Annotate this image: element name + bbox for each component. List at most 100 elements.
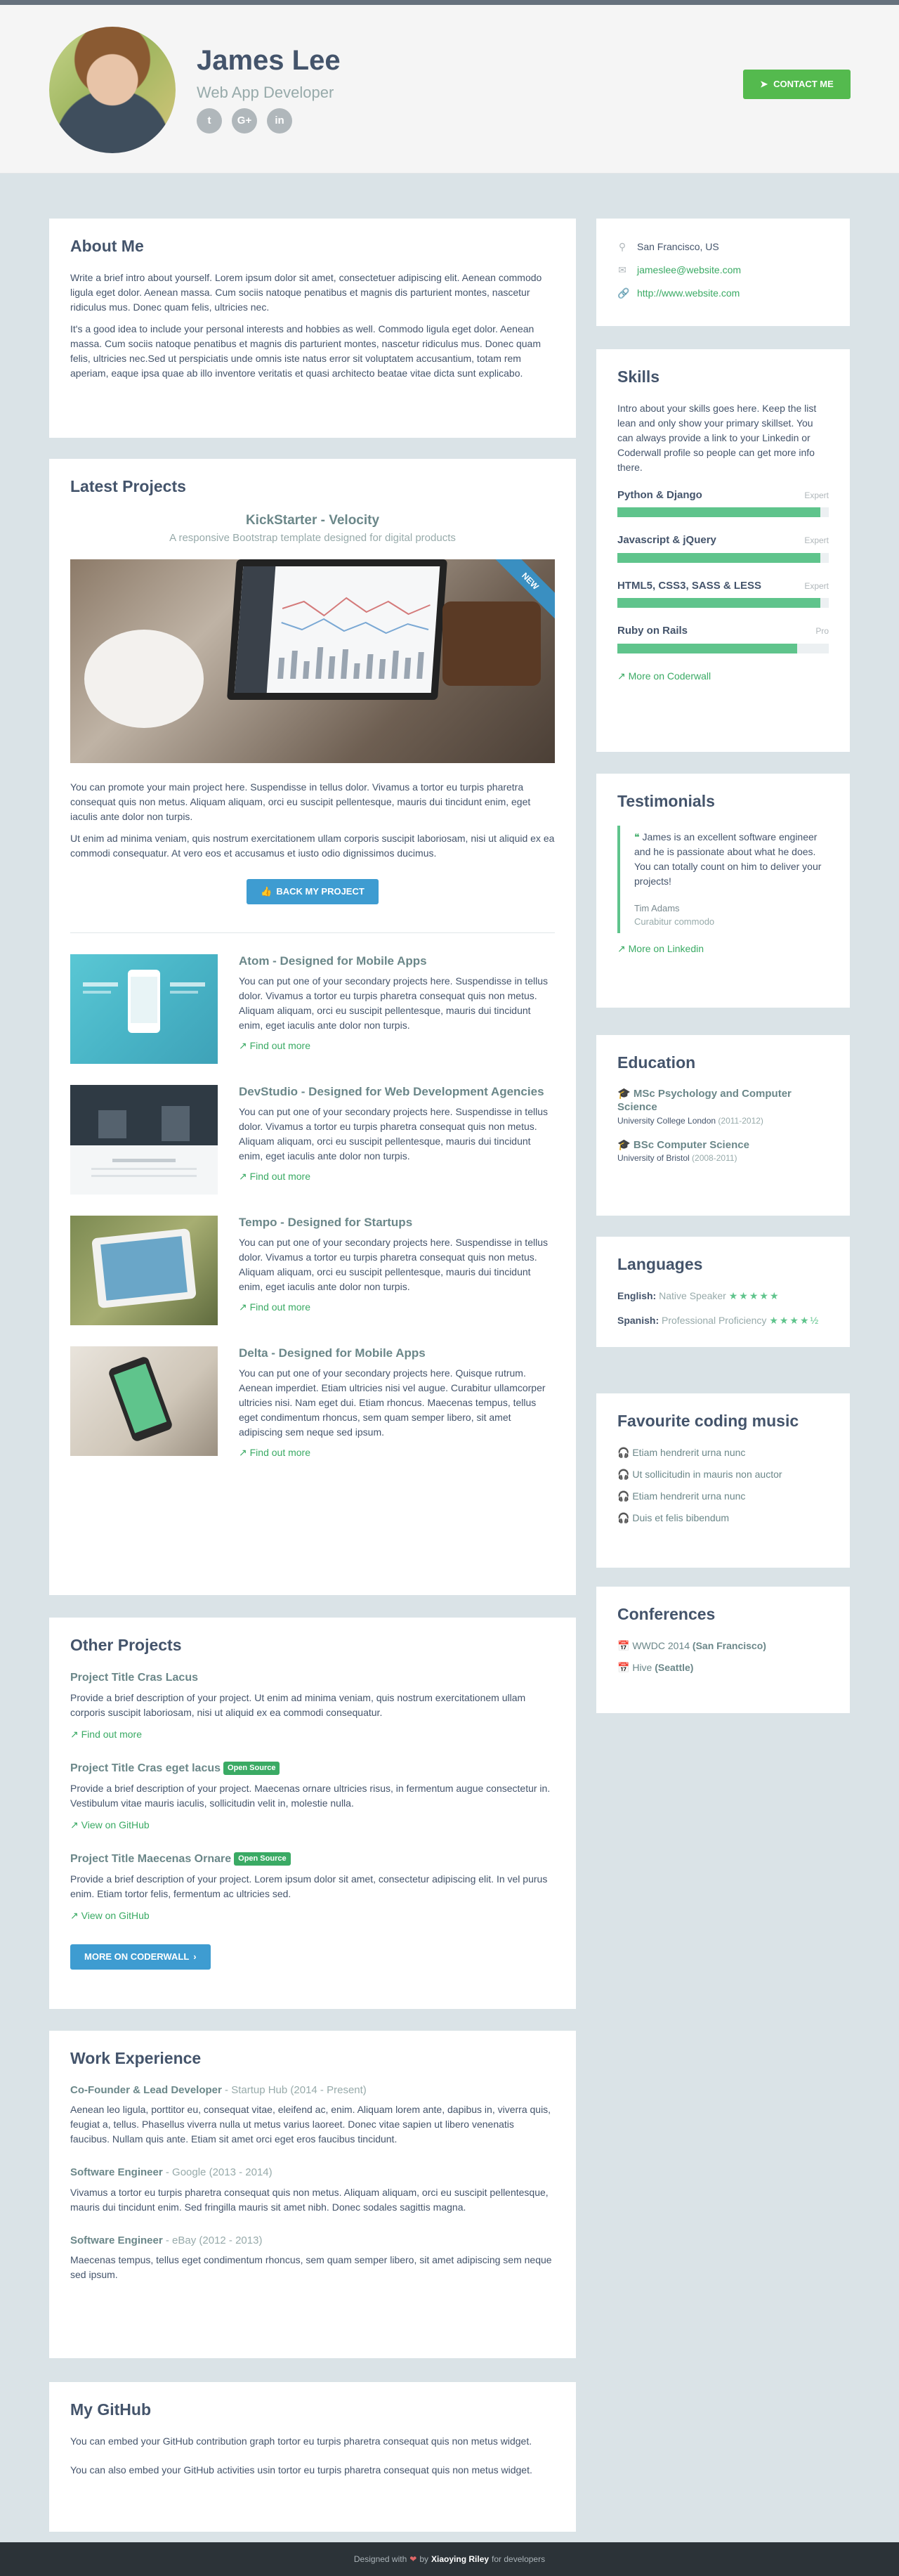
music-item[interactable]: 🎧 Etiam hendrerit urna nunc xyxy=(617,1489,829,1504)
footer-by: by xyxy=(419,2554,429,2564)
laptop-illustration xyxy=(227,559,447,700)
project-title[interactable]: DevStudio - Designed for Web Development… xyxy=(239,1085,555,1099)
chevron-right-icon: › xyxy=(193,1951,197,1962)
project-thumbnail[interactable] xyxy=(70,1084,218,1195)
project-thumbnail[interactable] xyxy=(70,954,218,1064)
other-project: Project Title Maecenas Ornare Open Source… xyxy=(70,1851,555,1923)
music-item[interactable]: 🎧 Etiam hendrerit urna nunc xyxy=(617,1445,829,1460)
project-title[interactable]: Delta - Designed for Mobile Apps xyxy=(239,1346,555,1360)
skills-list: Python & Django Expert Javascript & jQuery… xyxy=(617,488,829,653)
conference-place: (San Francisco) xyxy=(692,1639,766,1651)
skill-item: Javascript & jQuery Expert xyxy=(617,533,829,549)
project-title[interactable]: Project Title Cras eget lacus xyxy=(70,1762,221,1774)
find-out-more-link[interactable]: ↗ Find out more xyxy=(70,1729,142,1740)
github-section: My GitHub You can embed your GitHub cont… xyxy=(49,2382,576,2532)
other-projects-heading: Other Projects xyxy=(70,1636,182,1654)
school-name: University of Bristol xyxy=(617,1153,690,1164)
more-on-coderwall-link[interactable]: ↗ More on Coderwall xyxy=(617,670,711,682)
work-experience-heading: Work Experience xyxy=(70,2049,202,2067)
twitter-icon[interactable]: t xyxy=(197,108,222,134)
open-source-badge: Open Source xyxy=(223,1762,280,1775)
conferences-heading: Conferences xyxy=(617,1605,716,1623)
project-title[interactable]: Atom - Designed for Mobile Apps xyxy=(239,954,555,968)
conference-place: (Seattle) xyxy=(655,1661,694,1673)
job-desc: Aenean leo ligula, porttitor eu, consequ… xyxy=(70,2104,551,2145)
other-project: Project Title Cras Lacus Provide a brief… xyxy=(70,1670,555,1742)
external-link-icon: ↗ xyxy=(617,670,629,682)
language-item: English: Native Speaker ★★★★★ xyxy=(617,1289,829,1303)
project-title[interactable]: Tempo - Designed for Startups xyxy=(239,1216,555,1230)
featured-project-title[interactable]: KickStarter - Velocity xyxy=(70,511,555,531)
music-item[interactable]: 🎧 Duis et felis bibendum xyxy=(617,1511,829,1526)
music-heading: Favourite coding music xyxy=(617,1412,799,1430)
music-section: Favourite coding music 🎧 Etiam hendrerit… xyxy=(596,1393,850,1568)
testimonials-heading: Testimonials xyxy=(617,792,715,810)
project-title[interactable]: Project Title Cras Lacus xyxy=(70,1672,198,1684)
find-out-more-link[interactable]: ↗ Find out more xyxy=(239,1301,310,1313)
link-icon: 🔗 xyxy=(617,287,630,299)
languages-section: Languages English: Native Speaker ★★★★★ … xyxy=(596,1237,850,1347)
email-link[interactable]: jameslee@website.com xyxy=(637,263,741,278)
project-title[interactable]: Project Title Maecenas Ornare xyxy=(70,1853,231,1865)
skill-progress-fill xyxy=(617,643,797,653)
website-link[interactable]: http://www.website.com xyxy=(637,286,740,301)
page-header: James Lee Web App Developer t G+ in ➤ CO… xyxy=(0,5,899,174)
footer-author-link[interactable]: Xiaoying Riley xyxy=(431,2553,489,2565)
education-item: 🎓 BSc Computer Science University of Bri… xyxy=(617,1138,829,1165)
job-role: Software Engineer xyxy=(70,2234,163,2246)
calendar-icon: 📅 xyxy=(617,1639,633,1651)
top-accent-bar xyxy=(0,0,899,5)
education-item: 🎓 MSc Psychology and Computer Science Un… xyxy=(617,1087,829,1127)
back-my-project-button[interactable]: 👍 BACK MY PROJECT xyxy=(247,878,379,904)
featured-project-image[interactable]: NEW xyxy=(70,559,555,763)
graduation-cap-icon: 🎓 xyxy=(617,1138,634,1151)
degree-title: BSc Computer Science xyxy=(633,1138,749,1151)
footer-prefix: Designed with xyxy=(353,2554,407,2564)
about-section: About Me Write a brief intro about yours… xyxy=(49,219,576,438)
skill-name: Ruby on Rails xyxy=(617,625,688,637)
external-link-icon: ↗ xyxy=(70,1728,81,1740)
other-projects-section: Other Projects Project Title Cras Lacus … xyxy=(49,1618,576,2009)
project-thumbnail[interactable] xyxy=(70,1346,218,1456)
contact-me-button[interactable]: ➤ CONTACT ME xyxy=(743,70,851,99)
github-link[interactable]: ↗ View on GitHub xyxy=(70,1910,150,1921)
find-out-more-link[interactable]: ↗ Find out more xyxy=(239,1447,310,1458)
language-name: English: xyxy=(617,1289,657,1301)
calendar-icon: 📅 xyxy=(617,1661,633,1673)
testimonial-role: Curabitur commodo xyxy=(634,916,715,928)
school-name: University College London xyxy=(617,1115,716,1126)
headphones-icon: 🎧 xyxy=(617,1446,633,1458)
more-on-linkedin-link[interactable]: ↗ More on Linkedin xyxy=(617,943,704,954)
project-thumbnail[interactable] xyxy=(70,1215,218,1325)
envelope-icon: ✉ xyxy=(618,264,626,275)
secondary-project: Tempo - Designed for Startups You can pu… xyxy=(70,1215,555,1325)
paper-plane-icon: ➤ xyxy=(760,79,768,90)
star-rating-icon: ★★★★½ xyxy=(769,1314,820,1326)
github-link[interactable]: ↗ View on GitHub xyxy=(70,1819,150,1830)
project-desc: You can put one of your secondary projec… xyxy=(239,975,548,1031)
more-on-coderwall-button[interactable]: MORE ON CODERWALL › xyxy=(70,1944,211,1970)
github-paragraph: You can embed your GitHub contribution g… xyxy=(70,2435,532,2447)
skill-level: Expert xyxy=(804,580,829,591)
google-plus-icon[interactable]: G+ xyxy=(232,108,257,134)
email-row: ✉ jameslee@website.com xyxy=(617,263,829,278)
external-link-icon: ↗ xyxy=(239,1170,250,1182)
find-out-more-link[interactable]: ↗ Find out more xyxy=(239,1171,310,1182)
work-item: Co-Founder & Lead Developer - Startup Hu… xyxy=(70,2083,555,2147)
dashboard-screen xyxy=(234,566,440,693)
find-out-more-link[interactable]: ↗ Find out more xyxy=(239,1040,310,1051)
music-item[interactable]: 🎧 Ut sollicitudin in mauris non auctor xyxy=(617,1467,829,1482)
skill-level: Expert xyxy=(804,535,829,546)
external-link-icon: ↗ xyxy=(70,1909,81,1921)
conferences-section: Conferences 📅 WWDC 2014 (San Francisco) … xyxy=(596,1587,850,1713)
languages-heading: Languages xyxy=(617,1255,703,1273)
external-link-icon: ↗ xyxy=(239,1301,250,1313)
project-desc: You can put one of your secondary projec… xyxy=(239,1367,546,1438)
external-link-icon: ↗ xyxy=(239,1039,250,1051)
featured-project-desc: Ut enim ad minima veniam, quis nostrum e… xyxy=(70,832,555,859)
linkedin-icon[interactable]: in xyxy=(267,108,292,134)
star-rating-icon: ★★★★★ xyxy=(728,1289,780,1301)
latest-projects-heading: Latest Projects xyxy=(70,477,186,495)
skill-progress-fill xyxy=(617,507,820,518)
location-text: San Francisco, US xyxy=(637,241,719,252)
